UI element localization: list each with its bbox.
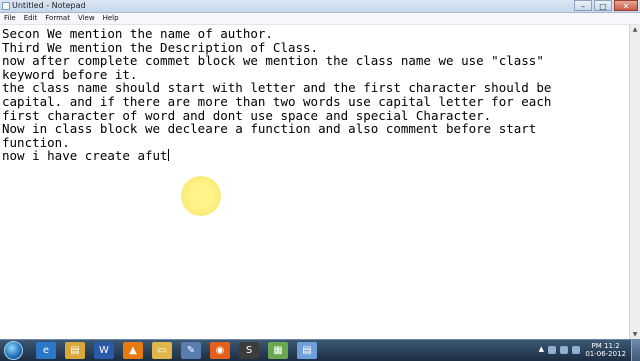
notepad-icon[interactable]: ▤ xyxy=(297,342,317,359)
window-title: Untitled - Notepad xyxy=(12,1,86,10)
maximize-button[interactable]: □ xyxy=(594,0,612,11)
network-icon[interactable] xyxy=(548,346,556,354)
mouse-cursor-highlight xyxy=(181,176,221,216)
firefox-icon[interactable]: ◉ xyxy=(210,342,230,359)
word-icon[interactable]: W xyxy=(94,342,114,359)
menu-file[interactable]: File xyxy=(0,13,20,24)
menu-format[interactable]: Format xyxy=(41,13,74,24)
tray-expand-icon[interactable]: ▲ xyxy=(539,345,544,353)
notepad-icon xyxy=(2,2,10,10)
volume-icon[interactable] xyxy=(560,346,568,354)
editor-content: Secon We mention the name of author. Thi… xyxy=(2,27,551,163)
text-editor[interactable]: Secon We mention the name of author. Thi… xyxy=(0,25,629,339)
show-desktop-button[interactable] xyxy=(631,340,640,361)
flag-icon[interactable] xyxy=(572,346,580,354)
minimize-button[interactable]: – xyxy=(574,0,592,11)
folder-icon[interactable]: ▭ xyxy=(152,342,172,359)
editor-line: now i have create afut xyxy=(2,148,168,164)
editor-line: Now in class block we decleare a functio… xyxy=(2,121,537,137)
start-button[interactable] xyxy=(4,341,23,360)
vertical-scrollbar[interactable]: ▲ ▼ xyxy=(629,25,640,339)
sublime-icon[interactable]: S xyxy=(239,342,259,359)
menu-edit[interactable]: Edit xyxy=(20,13,42,24)
menu-help[interactable]: Help xyxy=(99,13,123,24)
window-controls: – □ ✕ xyxy=(572,0,638,12)
taskbar: e ▤ W ▲ ▭ ✎ ◉ S ▦ ▤ ▲ PM 11:2 01-06-2012 xyxy=(0,339,640,361)
close-button[interactable]: ✕ xyxy=(614,0,638,11)
menu-view[interactable]: View xyxy=(74,13,99,24)
system-clock[interactable]: PM 11:2 01-06-2012 xyxy=(585,342,626,358)
paint-icon[interactable]: ✎ xyxy=(181,342,201,359)
clock-time: PM 11:2 xyxy=(591,342,620,350)
file-explorer-icon[interactable]: ▤ xyxy=(65,342,85,359)
text-caret xyxy=(167,149,169,162)
title-bar: Untitled - Notepad – □ ✕ xyxy=(0,0,640,13)
menu-bar: File Edit Format View Help xyxy=(0,13,640,25)
vlc-icon[interactable]: ▲ xyxy=(123,342,143,359)
app-grid-icon[interactable]: ▦ xyxy=(268,342,288,359)
scroll-up-icon[interactable]: ▲ xyxy=(630,25,640,34)
scroll-down-icon[interactable]: ▼ xyxy=(630,330,640,339)
internet-explorer-icon[interactable]: e xyxy=(36,342,56,359)
clock-date: 01-06-2012 xyxy=(585,350,626,358)
